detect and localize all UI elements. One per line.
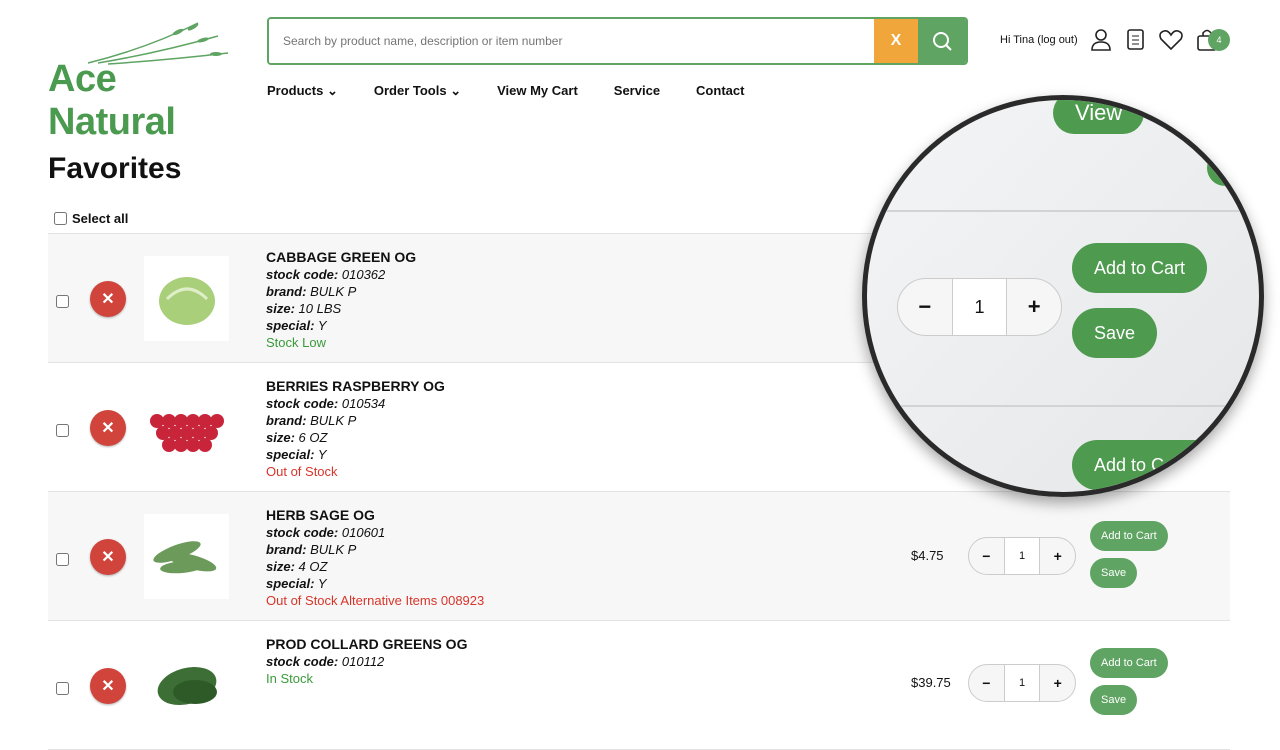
item-special: special: Y (266, 576, 327, 591)
item-brand: brand: BULK P (266, 413, 357, 428)
stock-status: Stock Low (266, 335, 326, 350)
raspberries-image (149, 413, 224, 452)
increase-button[interactable]: + (1040, 538, 1075, 574)
item-name[interactable]: CABBAGE GREEN OG (266, 249, 416, 266)
page-title: Favorites (48, 152, 182, 185)
item-brand: brand: BULK P (266, 284, 357, 299)
product-image[interactable] (144, 514, 229, 599)
search-bar: X (267, 17, 968, 65)
search-input[interactable] (269, 19, 874, 63)
favorite-item-row: ✕ HERB SAGE OG stock code: 010601 brand: … (48, 492, 1230, 621)
collard-greens-image (157, 666, 217, 705)
sage-image (152, 540, 216, 573)
item-info: PROD COLLARD GREENS OG stock code: 01011… (266, 636, 467, 687)
item-checkbox[interactable] (56, 682, 69, 695)
select-all[interactable]: Select all (54, 211, 128, 226)
magnified-quantity-stepper[interactable]: −1 + (897, 278, 1062, 336)
item-name[interactable]: PROD COLLARD GREENS OG (266, 636, 467, 653)
select-all-checkbox[interactable] (54, 212, 67, 225)
item-stock-code: stock code: 010112 (266, 654, 385, 669)
item-price: $4.75 (911, 548, 944, 563)
nav-order-tools[interactable]: Order Tools ⌄ (374, 83, 461, 99)
quantity-value[interactable]: 1 (951, 279, 1008, 335)
magnified-save-button[interactable]: Save (1072, 308, 1158, 358)
favorite-item-row: ✕ PROD COLLARD GREENS OG stock code: 010… (48, 621, 1230, 750)
item-size: size: 4 OZ (266, 559, 328, 574)
item-info: CABBAGE GREEN OG stock code: 010362 brand… (266, 249, 416, 351)
user-icon[interactable] (1090, 28, 1112, 52)
product-image[interactable] (144, 385, 229, 470)
clear-search-button[interactable]: X (874, 19, 918, 63)
quantity-value[interactable]: 1 (1003, 538, 1041, 574)
stock-status: In Stock (266, 671, 313, 686)
select-all-label: Select all (72, 211, 129, 226)
search-button[interactable] (918, 19, 966, 63)
logo[interactable]: Ace Natural (48, 18, 238, 143)
item-size: size: 6 OZ (266, 430, 328, 445)
remove-item-button[interactable]: ✕ (90, 668, 126, 704)
decrease-button[interactable]: − (969, 538, 1004, 574)
quantity-value[interactable]: 1 (1003, 665, 1041, 701)
remove-item-button[interactable]: ✕ (90, 410, 126, 446)
item-stock-code: stock code: 010362 (266, 267, 386, 282)
nav-products[interactable]: Products ⌄ (267, 83, 338, 99)
item-info: HERB SAGE OG stock code: 010601 brand: BU… (266, 507, 484, 609)
quantity-stepper[interactable]: −1 + (968, 537, 1076, 575)
increase-button[interactable]: + (1007, 279, 1061, 335)
magnified-add-to-cart-button[interactable]: Add to Cart (1072, 243, 1208, 293)
increase-button[interactable]: + (1040, 665, 1075, 701)
search-icon (933, 32, 952, 51)
remove-item-button[interactable]: ✕ (90, 281, 126, 317)
decrease-button[interactable]: − (898, 279, 952, 335)
add-to-cart-button[interactable]: Add to Cart (1090, 648, 1168, 678)
item-checkbox[interactable] (56, 424, 69, 437)
item-price: $39.75 (911, 675, 951, 690)
view-button[interactable]: View (1053, 100, 1145, 134)
item-checkbox[interactable] (56, 553, 69, 566)
brand-name: Ace Natural (48, 58, 176, 143)
cabbage-image (158, 276, 215, 325)
nav-service[interactable]: Service (614, 83, 660, 99)
close-icon: ✕ (101, 549, 115, 566)
partial-badge: vate (867, 100, 918, 122)
item-stock-code: stock code: 010601 (266, 525, 386, 540)
save-button[interactable]: Save (1090, 558, 1138, 588)
heart-icon[interactable] (1158, 28, 1184, 52)
add-to-cart-button[interactable]: Add to Cart (1090, 521, 1168, 551)
logout-link[interactable]: Hi Tina (log out) (1000, 34, 1078, 46)
nav-contact[interactable]: Contact (696, 83, 744, 99)
partial-green-button (1207, 150, 1251, 186)
magnifier-overlay: vate View −1 + Add to Cart Save Add to C (862, 95, 1264, 497)
item-stock-code: stock code: 010534 (266, 396, 386, 411)
item-name[interactable]: HERB SAGE OG (266, 507, 484, 524)
stock-status: Out of Stock (266, 464, 338, 479)
close-icon: ✕ (101, 291, 115, 308)
item-special: special: Y (266, 447, 327, 462)
item-info: BERRIES RASPBERRY OG stock code: 010534 b… (266, 378, 445, 480)
close-icon: ✕ (101, 678, 115, 695)
main-nav: Products ⌄ Order Tools ⌄ View My Cart Se… (267, 83, 780, 99)
user-area: Hi Tina (log out) (1000, 28, 1218, 52)
quantity-stepper[interactable]: −1 + (968, 664, 1076, 702)
product-image[interactable] (144, 256, 229, 341)
stock-status[interactable]: Out of Stock Alternative Items 008923 (266, 592, 484, 609)
magnified-add-to-cart-button-2[interactable]: Add to C (1072, 440, 1259, 490)
nav-view-cart[interactable]: View My Cart (497, 83, 578, 99)
product-image[interactable] (144, 643, 229, 728)
close-icon: ✕ (101, 420, 115, 437)
item-brand: brand: BULK P (266, 542, 357, 557)
decrease-button[interactable]: − (969, 665, 1004, 701)
item-size: size: 10 LBS (266, 301, 342, 316)
item-checkbox[interactable] (56, 295, 69, 308)
cart-count-badge: 4 (1208, 29, 1230, 51)
order-list-icon[interactable] (1124, 28, 1146, 52)
item-name[interactable]: BERRIES RASPBERRY OG (266, 378, 445, 395)
item-special: special: Y (266, 318, 327, 333)
remove-item-button[interactable]: ✕ (90, 539, 126, 575)
save-button[interactable]: Save (1090, 685, 1138, 715)
